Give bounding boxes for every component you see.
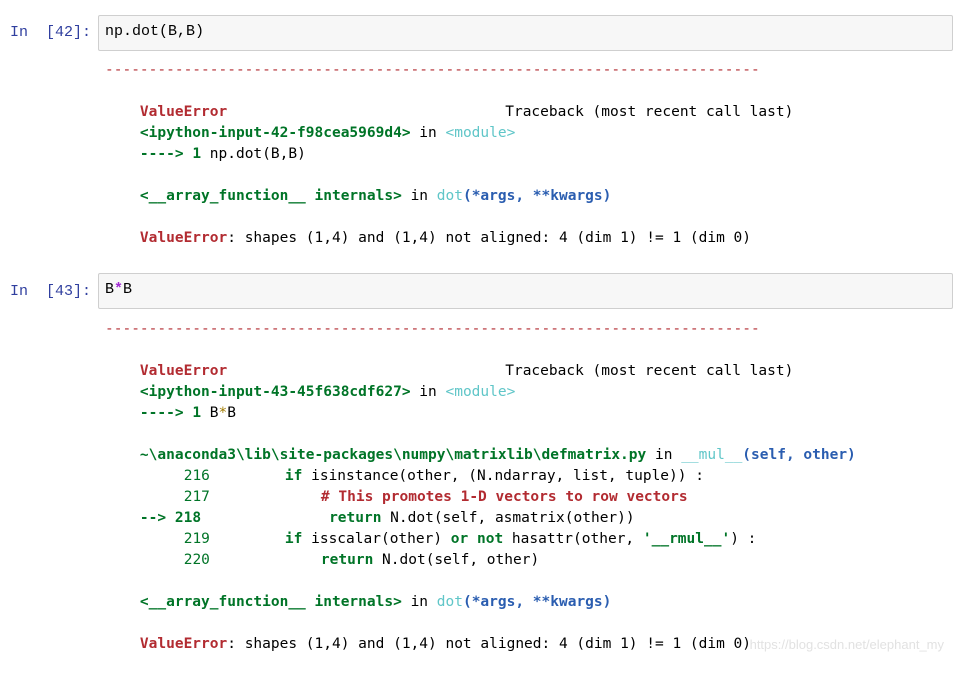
internals-args: (*args, **kwargs) [462, 188, 612, 204]
traceback-frame: <ipython-input-43-45f638cdf627> in <modu… [105, 362, 515, 400]
error-message: ValueError: shapes (1,4) and (1,4) not a… [105, 614, 751, 652]
traceback-header: ValueError Traceback (most recent call la… [105, 82, 793, 120]
code-text: B [123, 281, 133, 298]
source-line: 217 # This promotes 1-D vectors to row ve… [105, 467, 688, 505]
internals-frame: <__array_function__ internals> in dot(*a… [105, 572, 611, 610]
traceback-line: ----> 1 B*B [105, 383, 236, 421]
traceback-frame: <ipython-input-42-f98cea5969d4> in <modu… [105, 103, 515, 141]
in-word: in [419, 384, 437, 400]
traceback-header: ValueError Traceback (most recent call la… [105, 341, 793, 379]
traceback-divider: ----------------------------------------… [105, 321, 760, 337]
source-line: 219 if isscalar(other) or not hasattr(oth… [105, 509, 757, 547]
module-ref: <module> [445, 384, 516, 400]
line-code: B [209, 405, 219, 421]
error-text: : shapes (1,4) and (1,4) not aligned: 4 … [227, 230, 752, 246]
error-message: ValueError: shapes (1,4) and (1,4) not a… [105, 208, 751, 246]
file-args: (self, other) [742, 447, 856, 463]
source-line-number: 220 [183, 552, 210, 568]
line-code: np.dot(B,B) [209, 146, 306, 162]
line-code: B [227, 405, 236, 421]
code-cell-input[interactable]: B*B [98, 273, 953, 309]
code-cell-input[interactable]: np.dot(B,B) [98, 15, 953, 51]
line-operator: * [218, 405, 228, 421]
internals-args: (*args, **kwargs) [462, 594, 612, 610]
line-number: 1 [192, 146, 202, 162]
module-ref: <module> [445, 125, 516, 141]
internals-frame: <__array_function__ internals> in dot(*a… [105, 166, 611, 204]
code-text: np.dot [105, 23, 160, 40]
internals-ref: <__array_function__ internals> [139, 188, 402, 204]
code-text: B [105, 281, 115, 298]
cell-prompt: In [43]: [10, 283, 92, 300]
source-line: 216 if isinstance(other, (N.ndarray, list… [105, 446, 704, 484]
internals-fn: dot [436, 188, 463, 204]
source-code: ) : [730, 531, 757, 547]
error-text: : shapes (1,4) and (1,4) not aligned: 4 … [227, 636, 752, 652]
source-code: N.dot(self, other) [373, 552, 540, 568]
code-operator: * [114, 281, 124, 298]
traceback-title: Traceback (most recent call last) [505, 363, 794, 379]
source-string: '__rmul__' [642, 531, 731, 547]
line-arrow: ----> [139, 146, 184, 162]
in-word: in [410, 594, 429, 610]
source-line: 220 return N.dot(self, other) [105, 530, 539, 568]
line-number: 1 [192, 405, 202, 421]
in-word: in [419, 125, 437, 141]
internals-ref: <__array_function__ internals> [139, 594, 402, 610]
keyword: return [320, 552, 374, 568]
internals-fn: dot [436, 594, 463, 610]
error-label: ValueError [139, 636, 228, 652]
traceback-line: ----> 1 np.dot(B,B) [105, 124, 306, 162]
error-label: ValueError [139, 230, 228, 246]
source-line-current: --> 218 return N.dot(self, asmatrix(other… [105, 488, 635, 526]
file-frame: ~\anaconda3\lib\site-packages\numpy\matr… [105, 425, 856, 463]
watermark: https://blog.csdn.net/elephant_my [749, 637, 944, 652]
cell-prompt: In [42]: [10, 24, 92, 41]
line-arrow: ----> [139, 405, 184, 421]
traceback-title: Traceback (most recent call last) [505, 104, 794, 120]
in-word: in [410, 188, 429, 204]
traceback-divider: ----------------------------------------… [105, 62, 760, 78]
code-text: (B,B) [159, 23, 205, 40]
